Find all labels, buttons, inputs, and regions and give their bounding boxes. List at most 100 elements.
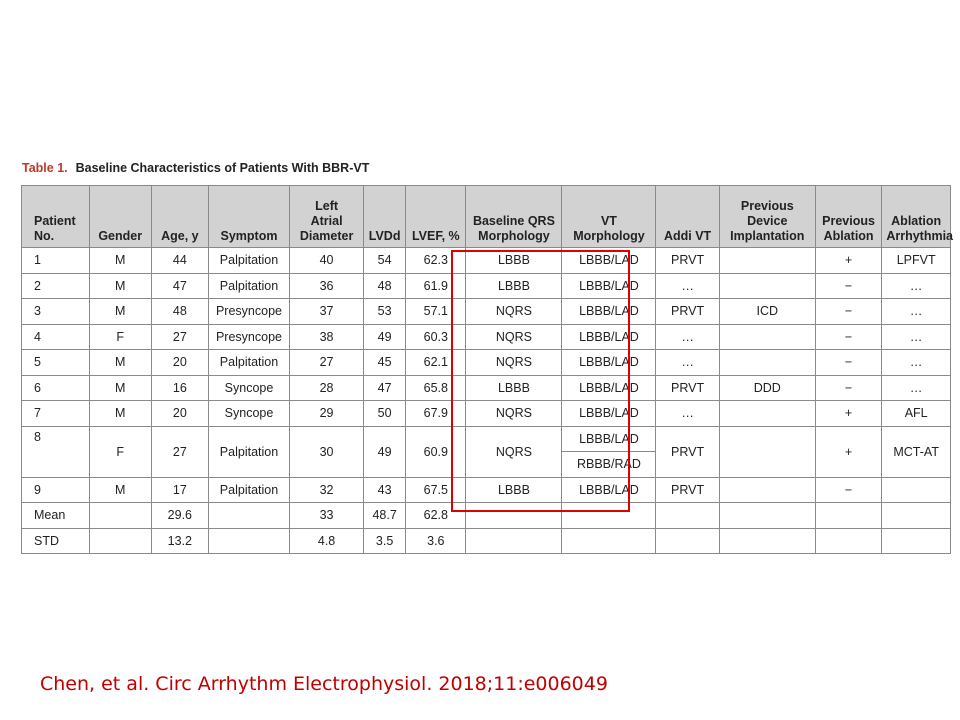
table-cell: M [88, 349, 152, 376]
table-cell: 6 [21, 374, 90, 401]
table-cell: LBBB/LAD [561, 298, 657, 325]
table-cell [718, 476, 816, 503]
table-cell: 60.3 [405, 323, 467, 350]
table-row: 2 M 47 Palpitation 36 48 61.9 LBBB LBBB/LAD… −… [21, 272, 951, 299]
table-row: 6 M 16 Syncope 28 47 65.8 LBBB LBBB/LAD PRVT DDD −… [21, 374, 951, 401]
table-cell: 40 [289, 247, 365, 274]
column-header: Baseline QRS Morphology [465, 185, 563, 248]
baseline-characteristics-table: Patient No. Gender Age, y Symptom Left Atrial D… [21, 185, 953, 554]
table-row: 1 M 44 Palpitation 40 54 62.3 LBBB LBBB/LAD PRVT +… [21, 247, 951, 274]
table-cell: M [88, 272, 152, 299]
table-cell: M [88, 374, 152, 401]
table-cell [814, 502, 883, 529]
table-cell: STD [21, 527, 90, 554]
table-cell [88, 502, 152, 529]
table-cell: NQRS [465, 425, 563, 478]
table-cell: … [881, 374, 951, 401]
table-cell: Palpitation [207, 349, 291, 376]
column-header: Age, y [150, 185, 209, 248]
table-cell: 16 [150, 374, 209, 401]
table-cell: 8 [21, 425, 90, 478]
citation: Chen, et al. Circ Arrhythm Electrophysio… [40, 673, 608, 695]
table-header-row: Patient No. Gender Age, y Symptom Left Atrial D… [21, 185, 953, 248]
table-cell: PRVT [655, 476, 720, 503]
table-cell: 17 [150, 476, 209, 503]
table-cell: 3 [21, 298, 90, 325]
table-cell: 43 [363, 476, 407, 503]
table-cell: 1 [21, 247, 90, 274]
table-cell [561, 502, 657, 529]
table-cell: 54 [363, 247, 407, 274]
table-cell: 60.9 [405, 425, 467, 478]
table-cell: NQRS [465, 323, 563, 350]
column-header: Previous Ablation [814, 185, 883, 248]
table-cell: M [88, 476, 152, 503]
table-cell: M [88, 247, 152, 274]
table-cell: 9 [21, 476, 90, 503]
table-cell: + [814, 247, 883, 274]
table-row: 4 F 27 Presyncope 38 49 60.3 NQRS LBBB/LAD… −… [21, 323, 951, 350]
column-header: Patient No. [21, 185, 90, 248]
table-cell [207, 502, 291, 529]
table-cell: ICD [718, 298, 816, 325]
table-cell: 48 [363, 272, 407, 299]
table-cell: 44 [150, 247, 209, 274]
table-cell: LBBB/LAD [561, 374, 657, 401]
column-header: Ablation Arrhythmia [881, 185, 953, 248]
table-cell: LBBB/LAD [561, 272, 657, 299]
table-cell: 38 [289, 323, 365, 350]
table-cell: LBBB/LAD [561, 476, 657, 503]
table-cell: … [655, 349, 720, 376]
summary-row: STD 13.2 4.8 3.5 3.6 [21, 527, 951, 554]
table-cell: PRVT [655, 374, 720, 401]
table-cell: 47 [150, 272, 209, 299]
table-cell: Mean [21, 502, 90, 529]
table-cell: − [814, 272, 883, 299]
table-cell [561, 527, 657, 554]
table-row: 9 M 17 Palpitation 32 43 67.5 LBBB LBBB/LAD PRVT − [21, 476, 951, 503]
table-cell: … [881, 298, 951, 325]
table-cell: NQRS [465, 400, 563, 427]
table-cell: MCT-AT [881, 425, 951, 478]
table-cell: M [88, 298, 152, 325]
table-cell [718, 527, 816, 554]
table-cell: 50 [363, 400, 407, 427]
table-caption: Table 1. Baseline Characteristics of Pati… [22, 161, 369, 175]
table-cell: 13.2 [150, 527, 209, 554]
table-cell: 3.6 [405, 527, 467, 554]
table-cell: LBBB/LAD [561, 349, 657, 376]
table-cell: 62.1 [405, 349, 467, 376]
table-cell: − [814, 476, 883, 503]
table-cell: 28 [289, 374, 365, 401]
table-cell: F [88, 323, 152, 350]
table-cell: 48 [150, 298, 209, 325]
table-cell: PRVT [655, 247, 720, 274]
table-cell: 20 [150, 349, 209, 376]
table-cell: Palpitation [207, 425, 291, 478]
table-cell: + [814, 425, 883, 478]
table-cell: 67.5 [405, 476, 467, 503]
table-cell: Palpitation [207, 247, 291, 274]
table-cell: 57.1 [405, 298, 467, 325]
table-cell: 27 [150, 323, 209, 350]
table-cell [881, 527, 951, 554]
table-cell: … [655, 272, 720, 299]
table-cell: − [814, 374, 883, 401]
table-cell: 5 [21, 349, 90, 376]
table-cell: LBBB [465, 476, 563, 503]
table-cell [718, 349, 816, 376]
table-cell: − [814, 349, 883, 376]
column-header: Symptom [207, 185, 291, 248]
table-cell: 49 [363, 323, 407, 350]
table-cell: Palpitation [207, 272, 291, 299]
table-cell: 30 [289, 425, 365, 478]
table-cell: 27 [289, 349, 365, 376]
table-row: 8 F 27 Palpitation 30 49 60.9 NQRS LBBB/LAD PRVT +… [21, 425, 951, 478]
column-header: Left Atrial Diameter [289, 185, 365, 248]
table-cell [465, 502, 563, 529]
table-cell: NQRS [465, 349, 563, 376]
table-cell: 4 [21, 323, 90, 350]
table-cell: NQRS [465, 298, 563, 325]
table-cell: … [655, 400, 720, 427]
table-cell [814, 527, 883, 554]
